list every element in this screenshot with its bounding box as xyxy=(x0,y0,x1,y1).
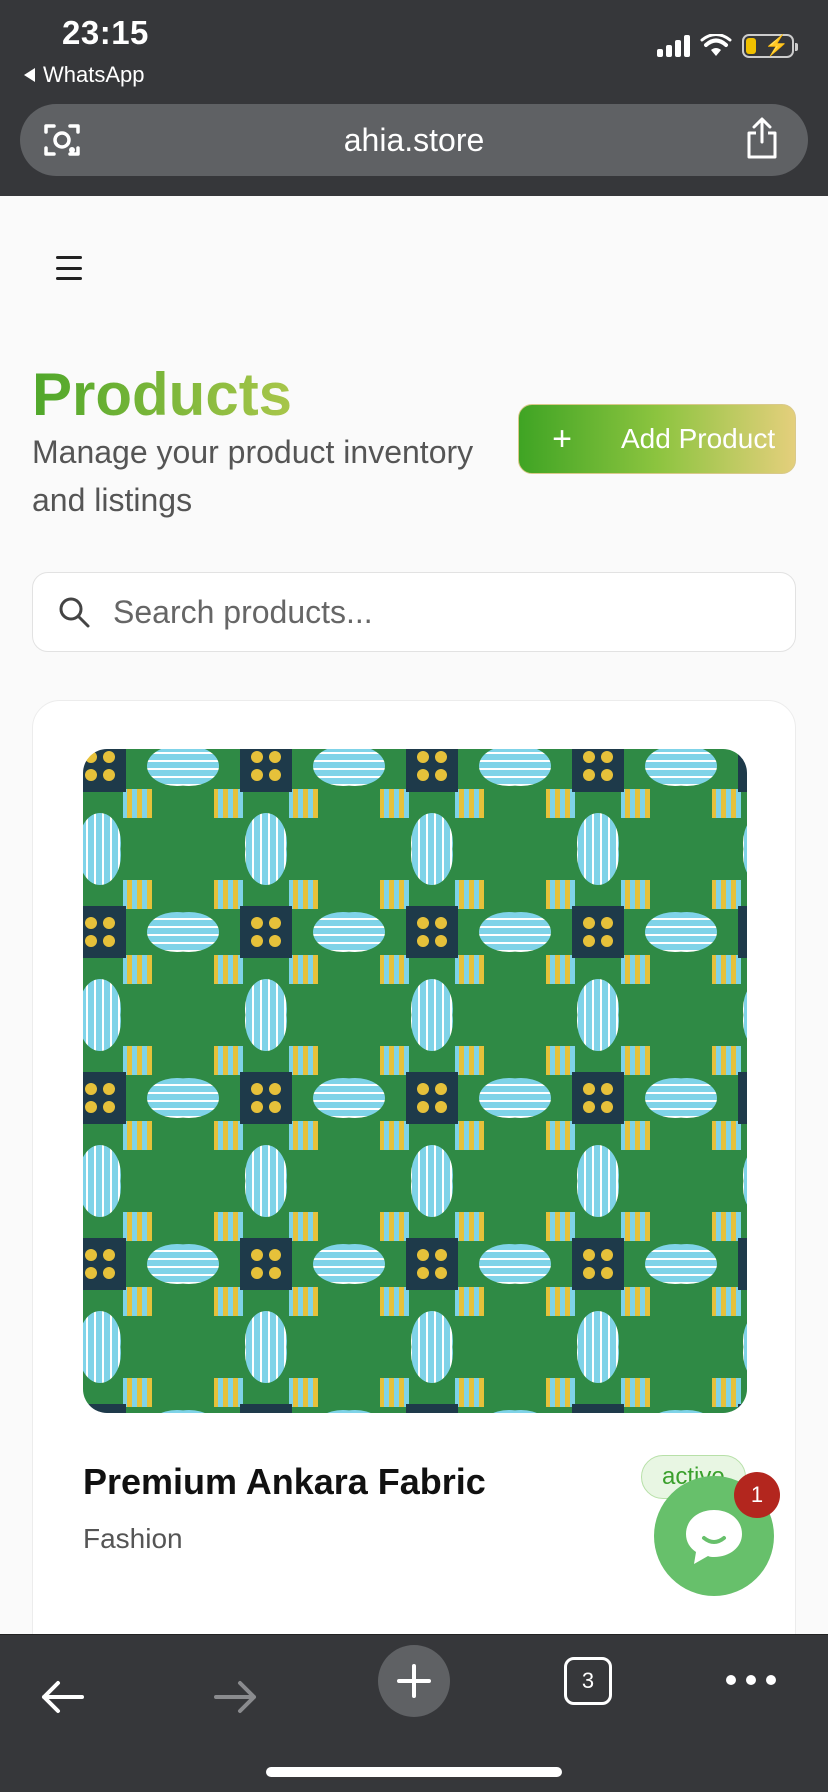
more-icon[interactable] xyxy=(726,1675,776,1685)
home-indicator xyxy=(266,1767,562,1777)
plus-icon: + xyxy=(552,420,572,458)
battery-icon: ⚡ xyxy=(742,34,798,58)
page-content: Products Manage your product inventory a… xyxy=(0,196,828,1634)
browser-bottom-bar: 3 xyxy=(0,1634,828,1792)
status-icons: ⚡ xyxy=(657,34,798,58)
back-triangle-icon xyxy=(24,68,35,82)
search-box[interactable] xyxy=(32,572,796,652)
chat-bubble-icon xyxy=(686,1510,742,1564)
back-arrow-icon[interactable] xyxy=(38,1679,86,1715)
add-product-button[interactable]: + Add Product xyxy=(518,404,796,474)
search-icon xyxy=(59,597,90,628)
forward-arrow-icon[interactable] xyxy=(212,1679,260,1715)
product-name[interactable]: Premium Ankara Fabric xyxy=(83,1461,486,1503)
wifi-icon xyxy=(700,34,732,56)
page-title: Products xyxy=(32,361,293,428)
signal-icon xyxy=(657,35,690,57)
back-to-app-link[interactable]: WhatsApp xyxy=(24,62,145,88)
hamburger-menu-icon[interactable] xyxy=(56,256,86,280)
chat-unread-badge: 1 xyxy=(734,1472,780,1518)
new-tab-button[interactable] xyxy=(378,1645,450,1717)
url-text[interactable]: ahia.store xyxy=(20,122,808,159)
product-category: Fashion xyxy=(83,1523,183,1554)
status-time: 23:15 xyxy=(62,14,149,51)
tabs-button[interactable]: 3 xyxy=(564,1657,612,1705)
add-product-label: Add Product xyxy=(621,423,776,454)
browser-top-bar: 23:15 WhatsApp ⚡ ahia.store xyxy=(0,0,828,196)
ankara-pattern-image[interactable] xyxy=(83,749,747,1413)
share-icon[interactable] xyxy=(742,116,782,160)
search-input[interactable] xyxy=(113,573,773,651)
back-app-label: WhatsApp xyxy=(43,62,145,87)
plus-icon xyxy=(397,1664,431,1698)
page-subtitle: Manage your product inventory and listin… xyxy=(32,434,474,518)
address-bar[interactable]: ahia.store xyxy=(20,104,808,176)
